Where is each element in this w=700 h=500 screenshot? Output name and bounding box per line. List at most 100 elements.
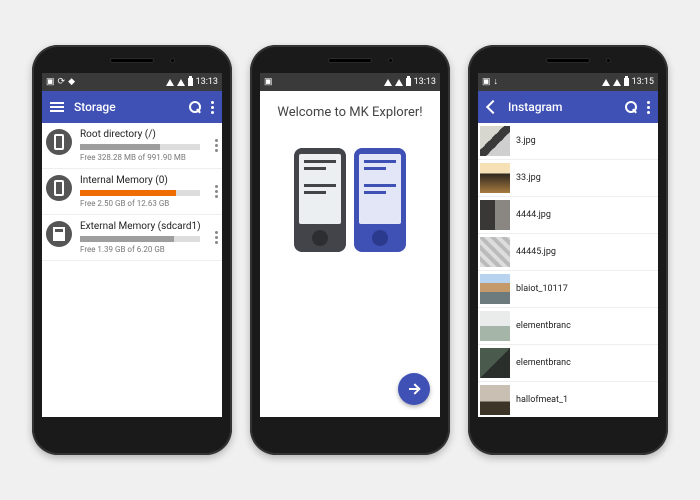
file-name: blaiot_10117 [516,284,568,294]
file-thumbnail [480,385,510,415]
arrow-right-icon [409,384,419,394]
storage-list[interactable]: Root directory (/)Free 328.28 MB of 991.… [42,123,222,417]
storage-item-title: External Memory (sdcard1) [80,221,207,233]
file-item[interactable]: elementbranc [478,308,658,345]
phone-storage-icon [54,134,64,150]
file-name: 33.jpg [516,173,541,183]
clock: 13:15 [632,77,654,87]
sd-card-icon [53,227,65,241]
file-item[interactable]: elementbranc [478,345,658,382]
illustration-phone-dark [294,148,346,252]
item-menu-icon[interactable] [215,185,218,198]
welcome-body: Welcome to MK Explorer! [260,91,440,417]
search-icon[interactable] [625,101,637,113]
hamburger-icon[interactable] [50,102,64,112]
storage-item[interactable]: Internal Memory (0) Free 2.50 GB of 12.63… [42,169,222,215]
next-button[interactable] [398,373,430,405]
phone-storage-icon [54,180,64,196]
app-bar: Storage [42,91,222,123]
device-sensor [606,58,611,63]
wifi-icon [166,79,174,86]
device-speaker [328,58,372,63]
battery-icon [406,78,411,86]
file-item[interactable]: blaiot_10117 [478,271,658,308]
clock: 13:13 [414,77,436,87]
battery-icon [624,78,629,86]
device-speaker [546,58,590,63]
file-thumbnail [480,311,510,341]
storage-item[interactable]: External Memory (sdcard1) Free 1.39 GB of… [42,215,222,261]
item-menu-icon[interactable] [215,231,218,244]
app-bar-title: Instagram [508,100,562,114]
dropbox-icon: ◆ [68,78,75,87]
battery-icon [188,78,193,86]
file-name: 4444.jpg [516,210,551,220]
file-item[interactable]: 3.jpg [478,123,658,160]
file-list[interactable]: 3.jpg 33.jpg 4444.jpg 44445.jpg blaiot_10117… [478,123,658,417]
app-bar: Instagram [478,91,658,123]
storage-item-icon [46,221,72,247]
file-thumbnail [480,126,510,156]
storage-usage-bar [80,144,200,150]
download-icon: ↓ [494,78,499,87]
file-name: elementbranc [516,358,571,368]
file-item[interactable]: 4444.jpg [478,197,658,234]
device-frame-3: ▣ ↓ 13:15 Instagram 3.jpg 33.jpg 4444.jpg 4… [468,45,668,455]
status-bar: ▣ ↓ 13:15 [478,73,658,91]
overflow-menu-icon[interactable] [211,101,214,114]
status-right-icons: 13:13 [166,77,218,87]
status-right-icons: 13:15 [602,77,654,87]
signal-icon [613,79,621,86]
storage-item-free: Free 1.39 GB of 6.20 GB [80,245,207,254]
storage-item-icon [46,175,72,201]
file-name: hallofmeat_1 [516,395,568,405]
back-icon[interactable] [486,101,498,113]
file-item[interactable]: hallofmeat_1 [478,382,658,417]
storage-usage-bar [80,236,200,242]
storage-item-title: Internal Memory (0) [80,175,207,187]
clock: 13:13 [196,77,218,87]
screen-instagram: ▣ ↓ 13:15 Instagram 3.jpg 33.jpg 4444.jpg 4… [478,73,658,417]
file-thumbnail [480,348,510,378]
status-left-icons: ▣ ↓ [482,78,498,87]
file-thumbnail [480,163,510,193]
device-speaker [110,58,154,63]
wifi-icon [384,79,392,86]
status-bar: ▣ 13:13 [260,73,440,91]
status-bar: ▣ ⟳ ◆ 13:13 [42,73,222,91]
status-left-icons: ▣ ⟳ ◆ [46,78,75,87]
wifi-icon [602,79,610,86]
device-sensor [388,58,393,63]
storage-item-free: Free 2.50 GB of 12.63 GB [80,199,207,208]
sync-icon: ⟳ [58,78,66,87]
notification-icon: ▣ [46,78,55,87]
notification-icon: ▣ [264,78,273,87]
file-item[interactable]: 44445.jpg [478,234,658,271]
welcome-illustration [294,148,406,252]
storage-item[interactable]: Root directory (/)Free 328.28 MB of 991.… [42,123,222,169]
overflow-menu-icon[interactable] [647,101,650,114]
device-sensor [170,58,175,63]
screen-welcome: ▣ 13:13 Welcome to MK Explorer! [260,73,440,417]
file-name: elementbranc [516,321,571,331]
file-name: 3.jpg [516,136,536,146]
file-thumbnail [480,200,510,230]
search-icon[interactable] [189,101,201,113]
status-left-icons: ▣ [264,78,273,87]
screen-storage: ▣ ⟳ ◆ 13:13 Storage Root directory (/)F [42,73,222,417]
file-item[interactable]: 33.jpg [478,160,658,197]
illustration-phone-blue [354,148,406,252]
notification-icon: ▣ [482,78,491,87]
status-right-icons: 13:13 [384,77,436,87]
storage-usage-bar [80,190,200,196]
device-frame-2: ▣ 13:13 Welcome to MK Explorer! [250,45,450,455]
file-thumbnail [480,237,510,267]
app-bar-title: Storage [74,100,116,114]
device-frame-1: ▣ ⟳ ◆ 13:13 Storage Root directory (/)F [32,45,232,455]
file-thumbnail [480,274,510,304]
signal-icon [395,79,403,86]
signal-icon [177,79,185,86]
storage-item-icon [46,129,72,155]
welcome-title: Welcome to MK Explorer! [277,105,422,120]
item-menu-icon[interactable] [215,139,218,152]
